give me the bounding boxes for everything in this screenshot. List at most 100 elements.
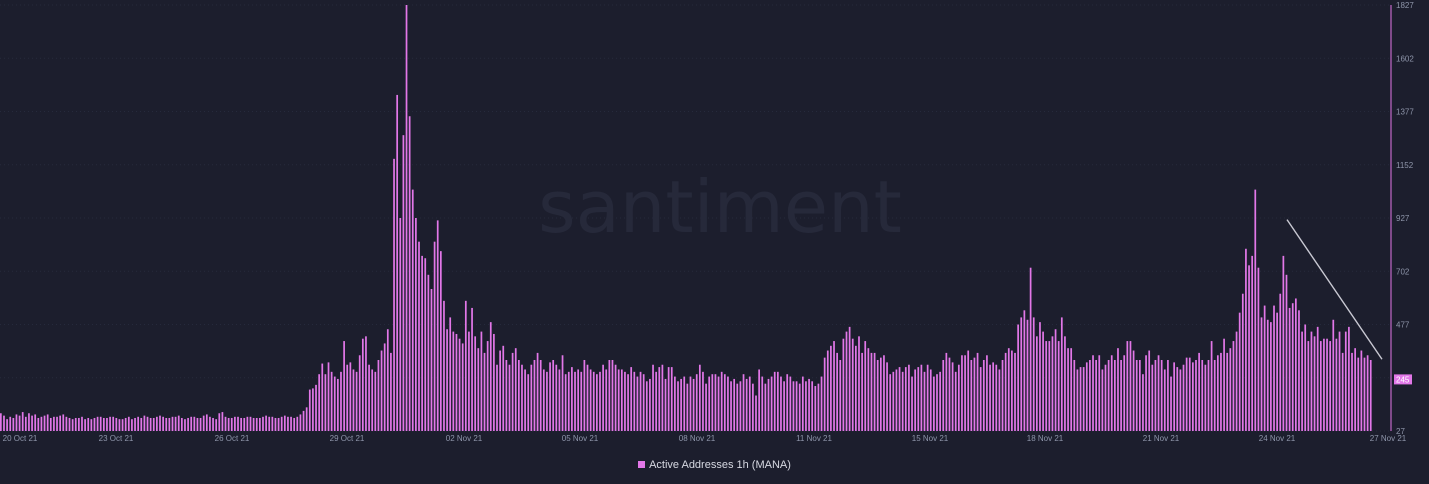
- bar: [277, 417, 280, 431]
- bar: [842, 338, 845, 431]
- x-axis: 20 Oct 21 23 Oct 21 26 Oct 21 29 Oct 21 02 N…: [3, 434, 1407, 443]
- bar: [18, 415, 21, 431]
- bar: [1132, 350, 1135, 431]
- bar: [393, 158, 395, 431]
- bar: [1160, 360, 1163, 431]
- bar: [1092, 355, 1094, 431]
- bar: [708, 376, 711, 431]
- bar: [895, 369, 898, 431]
- bar: [723, 374, 726, 431]
- bar: [1054, 329, 1057, 431]
- bar: [37, 417, 40, 431]
- bar: [1213, 360, 1216, 431]
- bar: [1004, 352, 1007, 431]
- bar: [43, 415, 46, 431]
- bar: [1241, 293, 1244, 431]
- bar: [714, 374, 717, 431]
- bar: [193, 416, 196, 431]
- bar: [695, 374, 698, 431]
- bar: [408, 116, 411, 431]
- bar: [1316, 326, 1319, 431]
- bar: [287, 416, 289, 431]
- bar: [124, 417, 127, 431]
- bar: [1369, 360, 1372, 431]
- bar: [34, 414, 37, 431]
- bar: [1307, 341, 1310, 431]
- bar: [106, 417, 108, 431]
- bar: [1051, 336, 1054, 431]
- x-tick-label: 08 Nov 21: [679, 434, 716, 443]
- bar: [246, 416, 249, 431]
- bar: [833, 341, 835, 431]
- bar: [1035, 336, 1038, 431]
- bar: [686, 383, 689, 431]
- bar: [374, 371, 377, 431]
- bar: [1363, 357, 1366, 431]
- bar: [324, 374, 327, 431]
- bar: [449, 317, 452, 431]
- bar: [296, 416, 299, 431]
- bar: [736, 383, 739, 431]
- bar: [1167, 360, 1169, 431]
- bar: [1057, 341, 1060, 431]
- bar: [652, 364, 654, 431]
- y-tick-label: 702: [1396, 267, 1410, 276]
- bar: [979, 367, 982, 431]
- bar: [439, 251, 442, 431]
- bar: [474, 336, 477, 431]
- bar: [1335, 338, 1338, 431]
- bar: [967, 350, 970, 431]
- bar: [755, 395, 757, 431]
- bar: [352, 369, 355, 431]
- x-tick-label: 21 Nov 21: [1143, 434, 1180, 443]
- bar: [21, 412, 24, 431]
- x-tick-label: 27 Nov 21: [1370, 434, 1407, 443]
- bar: [886, 362, 888, 431]
- bar: [848, 326, 851, 431]
- bar: [115, 417, 118, 431]
- bar: [499, 350, 501, 431]
- bar: [574, 371, 576, 431]
- bar: [742, 374, 745, 431]
- legend-label: Active Addresses 1h (MANA): [649, 459, 791, 471]
- bar: [1204, 364, 1207, 431]
- bar: [505, 360, 508, 431]
- bar: [976, 352, 979, 431]
- bar: [1351, 352, 1353, 431]
- bar: [121, 419, 124, 431]
- bar: [471, 307, 473, 431]
- bar: [1079, 367, 1082, 431]
- bar: [908, 364, 910, 431]
- bar: [608, 360, 611, 431]
- bar: [536, 352, 539, 431]
- legend[interactable]: Active Addresses 1h (MANA): [0, 459, 1429, 471]
- bar: [620, 369, 623, 431]
- x-tick-label: 15 Nov 21: [912, 434, 949, 443]
- bar: [1011, 350, 1013, 431]
- bar: [614, 364, 617, 431]
- bar: [558, 369, 561, 431]
- x-tick-label: 11 Nov 21: [796, 434, 832, 443]
- bar: [1251, 255, 1254, 431]
- bar: [830, 345, 832, 431]
- y-tick-label: 477: [1396, 321, 1410, 330]
- bar: [502, 345, 505, 431]
- bar: [489, 322, 492, 431]
- bar: [49, 417, 52, 431]
- bar: [670, 367, 673, 431]
- bar: [1285, 274, 1288, 431]
- bar: [1076, 369, 1079, 431]
- bar: [508, 364, 511, 431]
- bar: [717, 376, 720, 431]
- bar: [1138, 360, 1141, 431]
- bar: [542, 369, 545, 431]
- bar: [443, 300, 445, 431]
- bar: [524, 369, 526, 431]
- bar: [184, 419, 186, 431]
- bar: [74, 417, 77, 431]
- bar: [436, 220, 439, 431]
- bar: [552, 360, 555, 431]
- bar: [518, 360, 520, 431]
- bar: [1273, 305, 1275, 431]
- bar: [340, 371, 342, 431]
